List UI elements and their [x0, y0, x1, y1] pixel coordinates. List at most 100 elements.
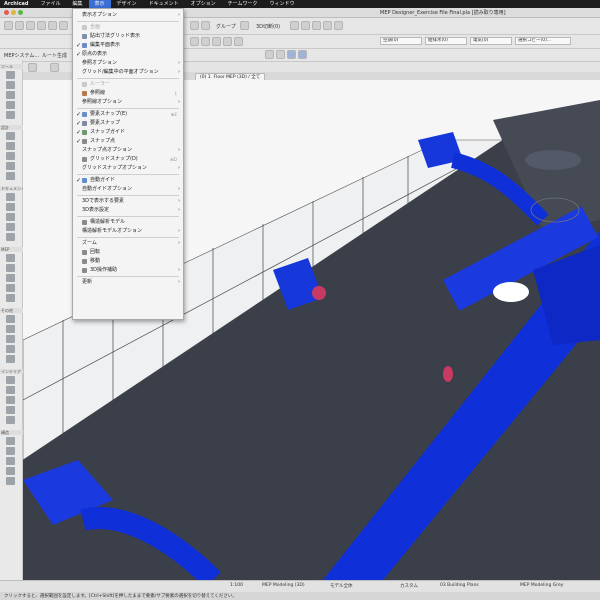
app-menu[interactable]: Archicad	[0, 0, 35, 8]
model-view-display[interactable]: MEP Modeling (3D)	[262, 583, 305, 588]
menu-item[interactable]: グリッドスナップオプション ›	[73, 164, 183, 173]
tool-icon[interactable]	[6, 71, 15, 79]
menu-item[interactable]: グリッド/編集中の平面オプション ›	[73, 68, 183, 77]
menubar-item-3[interactable]: デザイン	[111, 0, 143, 8]
grid-icon[interactable]	[287, 50, 296, 59]
drag-icon[interactable]	[234, 37, 243, 46]
route-label[interactable]: ルート生成	[42, 52, 67, 59]
menu-item[interactable]: ✓ 要素スナップ	[73, 119, 183, 128]
menu-item[interactable]: スナップ点オプション ›	[73, 146, 183, 155]
plumbing-dropdown[interactable]: 給排水(0)	[425, 37, 467, 45]
copy-select-dropdown[interactable]: 選択コピー(0)...	[515, 37, 571, 45]
tool-icon[interactable]	[6, 193, 15, 201]
pointer-icon[interactable]	[59, 21, 68, 30]
tool-icon[interactable]	[6, 386, 15, 394]
magic-wand-icon[interactable]	[201, 21, 210, 30]
mep-system-label[interactable]: MEPシステム...	[4, 52, 39, 59]
tool-icon[interactable]	[6, 355, 15, 363]
find-select-icon[interactable]	[190, 21, 199, 30]
group-icon[interactable]	[240, 21, 249, 30]
guide-icon[interactable]	[276, 50, 285, 59]
layout-icon[interactable]	[312, 21, 321, 30]
tool-icon[interactable]	[6, 437, 15, 445]
menu-item[interactable]: 参照オプション ›	[73, 59, 183, 68]
tool-icon[interactable]	[6, 81, 15, 89]
folder-icon[interactable]	[28, 63, 37, 72]
menu-item[interactable]: ✓ 原点の表示	[73, 50, 183, 59]
toolbox-section-2[interactable]: ドキュメント	[0, 186, 23, 191]
menu-item[interactable]: 回転	[73, 248, 183, 257]
menubar-item-0[interactable]: ファイル	[35, 0, 67, 8]
menubar-item-7[interactable]: ウィンドウ	[263, 0, 300, 8]
menu-item[interactable]: ✓ 自動ガイド	[73, 176, 183, 185]
menu-item[interactable]: 構造解析モデル	[73, 218, 183, 227]
group-label[interactable]: グループ	[216, 23, 236, 30]
toolbox-section-1[interactable]: 設計	[0, 125, 23, 130]
tool-icon[interactable]	[6, 457, 15, 465]
tool-icon[interactable]	[6, 172, 15, 180]
menu-item[interactable]: 更新 ›	[73, 278, 183, 287]
snap-toggle-icon[interactable]	[298, 50, 307, 59]
tool-icon[interactable]	[6, 325, 15, 333]
publish-icon[interactable]	[323, 21, 332, 30]
scale-display[interactable]: 1:100	[230, 583, 243, 588]
menu-item[interactable]: グリッドスナップ(D) ⌘D	[73, 155, 183, 164]
menubar-item-6[interactable]: チームワーク	[222, 0, 264, 8]
open-icon[interactable]	[15, 21, 24, 30]
arrow-tool-icon[interactable]	[190, 37, 199, 46]
zoom-window-button[interactable]	[18, 10, 23, 15]
tool-icon[interactable]	[6, 335, 15, 343]
menu-item[interactable]: 自動ガイドオプション ›	[73, 185, 183, 194]
tool-icon[interactable]	[6, 406, 15, 414]
menubar-item-1[interactable]: 編集	[67, 0, 89, 8]
undo-icon[interactable]	[37, 21, 46, 30]
rotate-icon[interactable]	[212, 37, 221, 46]
menu-item[interactable]: ✓ スナップガイド	[73, 128, 183, 137]
electric-dropdown[interactable]: 電気(0)	[470, 37, 512, 45]
tool-icon[interactable]	[6, 294, 15, 302]
menu-item[interactable]: 参照線 L	[73, 89, 183, 98]
tool-icon[interactable]	[6, 284, 15, 292]
new-file-icon[interactable]	[4, 21, 13, 30]
tool-icon[interactable]	[6, 345, 15, 353]
menu-item[interactable]: ✓ 要素スナップ(E) ⌘E	[73, 110, 183, 119]
menu-item[interactable]: 3D操作補助 ›	[73, 266, 183, 275]
layer-combo-display[interactable]: モデル全体	[330, 583, 353, 589]
toolbox-section-0[interactable]: ツール	[0, 64, 23, 69]
menu-item[interactable]: 貼出寸法グリッド表示	[73, 32, 183, 41]
3d-view-icon[interactable]	[290, 21, 299, 30]
menu-item[interactable]: 構造解析モデルオプション ›	[73, 227, 183, 236]
structure-display[interactable]: 03 Building Plans	[440, 583, 479, 588]
mirror-icon[interactable]	[223, 37, 232, 46]
back-icon[interactable]	[50, 63, 59, 72]
toolbox-section-3[interactable]: MEP	[0, 247, 23, 252]
tool-icon[interactable]	[6, 162, 15, 170]
tool-icon[interactable]	[6, 233, 15, 241]
tool-icon[interactable]	[6, 376, 15, 384]
toolbox-section-5[interactable]: インテリア	[0, 369, 23, 374]
menu-item[interactable]: 参照線オプション ›	[73, 98, 183, 107]
tool-icon[interactable]	[6, 223, 15, 231]
menubar-item-2[interactable]: 表示	[88, 0, 111, 8]
tool-icon[interactable]	[6, 254, 15, 262]
pen-set-display[interactable]: カスタム	[400, 583, 418, 589]
tool-icon[interactable]	[6, 203, 15, 211]
menu-item[interactable]: ズーム ›	[73, 239, 183, 248]
tool-icon[interactable]	[6, 416, 15, 424]
tool-icon[interactable]	[6, 274, 15, 282]
graphic-override-display[interactable]: MEP Modeling Grey	[520, 583, 563, 588]
menu-item[interactable]: ✓ 編集平面表示	[73, 41, 183, 50]
redo-icon[interactable]	[48, 21, 57, 30]
3d-cut-icon[interactable]	[301, 21, 310, 30]
tool-icon[interactable]	[6, 91, 15, 99]
menubar-item-5[interactable]: オプション	[185, 0, 222, 8]
tool-icon[interactable]	[6, 142, 15, 150]
tool-icon[interactable]	[6, 447, 15, 455]
toolbox-section-4[interactable]: その他	[0, 308, 23, 313]
snap-icon[interactable]	[265, 50, 274, 59]
hvac-dropdown[interactable]: 空調(0)	[380, 37, 422, 45]
menu-item[interactable]: 3Dで表示する要素 ›	[73, 197, 183, 206]
toolbox-section-6[interactable]: 構造	[0, 430, 23, 435]
tool-icon[interactable]	[6, 132, 15, 140]
menu-item[interactable]: ✓ スナップ点	[73, 137, 183, 146]
